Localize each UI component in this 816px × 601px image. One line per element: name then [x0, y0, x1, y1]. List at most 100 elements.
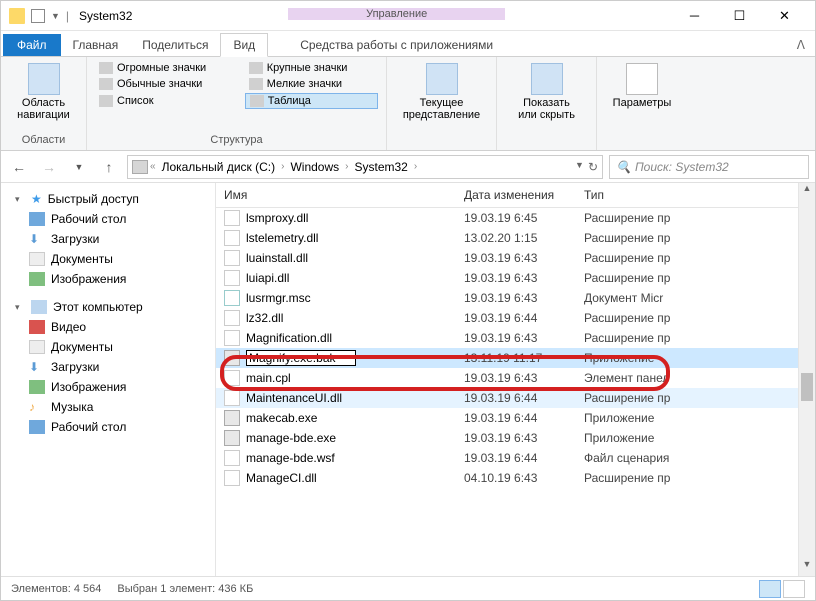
nav-documents[interactable]: Документы	[1, 249, 215, 269]
nav-quick-access[interactable]: ▾★Быстрый доступ	[1, 189, 215, 209]
ribbon: Область навигации Области Огромные значк…	[1, 57, 815, 151]
crumb-drive[interactable]: Локальный диск (C:)	[158, 160, 280, 174]
file-date: 19.03.19 6:44	[456, 451, 576, 465]
minimize-button[interactable]: ─	[672, 2, 717, 30]
file-row[interactable]: makecab.exe19.03.19 6:44Приложение	[216, 408, 815, 428]
tab-home[interactable]: Главная	[61, 34, 131, 56]
nav-pane-button[interactable]: Область навигации	[9, 61, 78, 123]
view-extra-large[interactable]: Огромные значки	[95, 61, 237, 75]
view-large[interactable]: Крупные значки	[245, 61, 378, 75]
file-icon	[224, 350, 240, 366]
chevron-down-icon[interactable]: ▼	[51, 11, 60, 21]
nav-desktop2[interactable]: Рабочий стол	[1, 417, 215, 437]
file-type: Расширение пр	[576, 471, 815, 485]
scroll-up-button[interactable]: ▲	[799, 183, 815, 200]
nav-desktop[interactable]: Рабочий стол	[1, 209, 215, 229]
col-date[interactable]: Дата изменения	[456, 183, 576, 207]
file-type: Расширение пр	[576, 211, 815, 225]
file-row[interactable]: manage-bde.wsf19.03.19 6:44Файл сценария	[216, 448, 815, 468]
scroll-down-button[interactable]: ▼	[799, 559, 815, 576]
body: ▾★Быстрый доступ Рабочий стол ⬇Загрузки …	[1, 183, 815, 576]
file-row[interactable]: luiapi.dll19.03.19 6:43Расширение пр	[216, 268, 815, 288]
file-name: lusrmgr.msc	[246, 291, 311, 305]
recent-button[interactable]: ▼	[67, 155, 91, 179]
thumbnails-view-button[interactable]	[783, 580, 805, 598]
crumb-windows[interactable]: Windows	[286, 160, 343, 174]
tab-view[interactable]: Вид	[220, 33, 268, 57]
file-row[interactable]: Magnification.dll19.03.19 6:43Расширение…	[216, 328, 815, 348]
scrollbar-thumb[interactable]	[801, 373, 813, 401]
tab-file[interactable]: Файл	[3, 34, 61, 56]
close-button[interactable]: ✕	[762, 2, 807, 30]
group-panels-label: Области	[9, 134, 78, 146]
current-view-button[interactable]: Текущее представление	[399, 61, 484, 123]
file-row[interactable]: lsmproxy.dll 19.03.19 6:45Расширение пр	[216, 208, 815, 228]
file-name: makecab.exe	[246, 411, 317, 425]
nav-downloads2[interactable]: ⬇Загрузки	[1, 357, 215, 377]
file-date: 04.10.19 6:43	[456, 471, 576, 485]
ribbon-collapse-button[interactable]: ᐱ	[787, 34, 815, 56]
quick-access-icon[interactable]	[31, 9, 45, 23]
back-button[interactable]: ←	[7, 155, 31, 179]
show-hide-label: Показать или скрыть	[518, 97, 575, 121]
file-date: 19.03.19 6:43	[456, 271, 576, 285]
file-row[interactable]: lz32.dll19.03.19 6:44Расширение пр	[216, 308, 815, 328]
nav-this-pc[interactable]: ▾Этот компьютер	[1, 297, 215, 317]
view-small[interactable]: Мелкие значки	[245, 77, 378, 91]
file-type: Расширение пр	[576, 251, 815, 265]
file-type: Расширение пр	[576, 231, 815, 245]
file-row[interactable]: MaintenanceUI.dll19.03.19 6:44Расширение…	[216, 388, 815, 408]
details-view-button[interactable]	[759, 580, 781, 598]
file-date: 19.03.19 6:45	[456, 211, 576, 225]
tab-app-tools[interactable]: Средства работы с приложениями	[288, 34, 505, 56]
col-type[interactable]: Тип	[576, 183, 815, 207]
nav-music[interactable]: ♪Музыка	[1, 397, 215, 417]
col-name[interactable]: Имя	[216, 183, 456, 207]
nav-pictures2[interactable]: Изображения	[1, 377, 215, 397]
status-bar: Элементов: 4 564 Выбран 1 элемент: 436 К…	[1, 576, 815, 600]
window-title: System32	[79, 9, 132, 23]
file-type: Расширение пр	[576, 391, 815, 405]
file-date: 19.03.19 6:43	[456, 251, 576, 265]
file-type: Элемент панел	[576, 371, 815, 385]
file-icon	[224, 210, 240, 226]
crumb-system32[interactable]: System32	[351, 160, 412, 174]
file-name: MaintenanceUI.dll	[246, 391, 342, 405]
tab-share[interactable]: Поделиться	[130, 34, 220, 56]
file-name: lsmproxy.dll	[246, 211, 308, 225]
nav-documents2[interactable]: Документы	[1, 337, 215, 357]
rename-input[interactable]	[246, 350, 356, 366]
show-hide-icon	[531, 63, 563, 95]
file-row[interactable]: manage-bde.exe19.03.19 6:43Приложение	[216, 428, 815, 448]
file-icon	[224, 430, 240, 446]
nav-downloads[interactable]: ⬇Загрузки	[1, 229, 215, 249]
file-name: Magnification.dll	[246, 331, 332, 345]
explorer-window: ▼ | System32 ─ ☐ ✕ Файл Главная Поделить…	[0, 0, 816, 601]
file-row[interactable]: lstelemetry.dll13.02.20 1:15Расширение п…	[216, 228, 815, 248]
refresh-button[interactable]: ↻	[588, 160, 598, 174]
file-row[interactable]: luainstall.dll19.03.19 6:43Расширение пр	[216, 248, 815, 268]
view-details[interactable]: Таблица	[245, 93, 378, 109]
forward-button[interactable]: →	[37, 155, 61, 179]
maximize-button[interactable]: ☐	[717, 2, 762, 30]
nav-pictures[interactable]: Изображения	[1, 269, 215, 289]
file-row[interactable]: ManageCI.dll04.10.19 6:43Расширение пр	[216, 468, 815, 488]
show-hide-button[interactable]: Показать или скрыть	[514, 61, 579, 123]
scrollbar[interactable]: ▲ ▼	[798, 183, 815, 576]
file-row[interactable]: 13.11.19 11:17Приложение	[216, 348, 815, 368]
options-button[interactable]: Параметры	[609, 61, 676, 111]
file-date: 19.03.19 6:43	[456, 371, 576, 385]
search-input[interactable]: 🔍 Поиск: System32	[609, 155, 809, 179]
file-row[interactable]: main.cpl19.03.19 6:43Элемент панел	[216, 368, 815, 388]
up-button[interactable]: ↑	[97, 155, 121, 179]
context-tab-header: Управление	[288, 8, 505, 20]
view-medium[interactable]: Обычные значки	[95, 77, 237, 91]
view-list[interactable]: Список	[95, 93, 237, 109]
file-row[interactable]: lusrmgr.msc19.03.19 6:43Документ Micr	[216, 288, 815, 308]
file-icon	[224, 270, 240, 286]
address-dropdown-button[interactable]: ▼	[575, 160, 584, 174]
file-icon	[224, 470, 240, 486]
breadcrumb[interactable]: « Локальный диск (C:) › Windows › System…	[127, 155, 603, 179]
column-headers: Имя Дата изменения Тип	[216, 183, 815, 208]
nav-video[interactable]: Видео	[1, 317, 215, 337]
